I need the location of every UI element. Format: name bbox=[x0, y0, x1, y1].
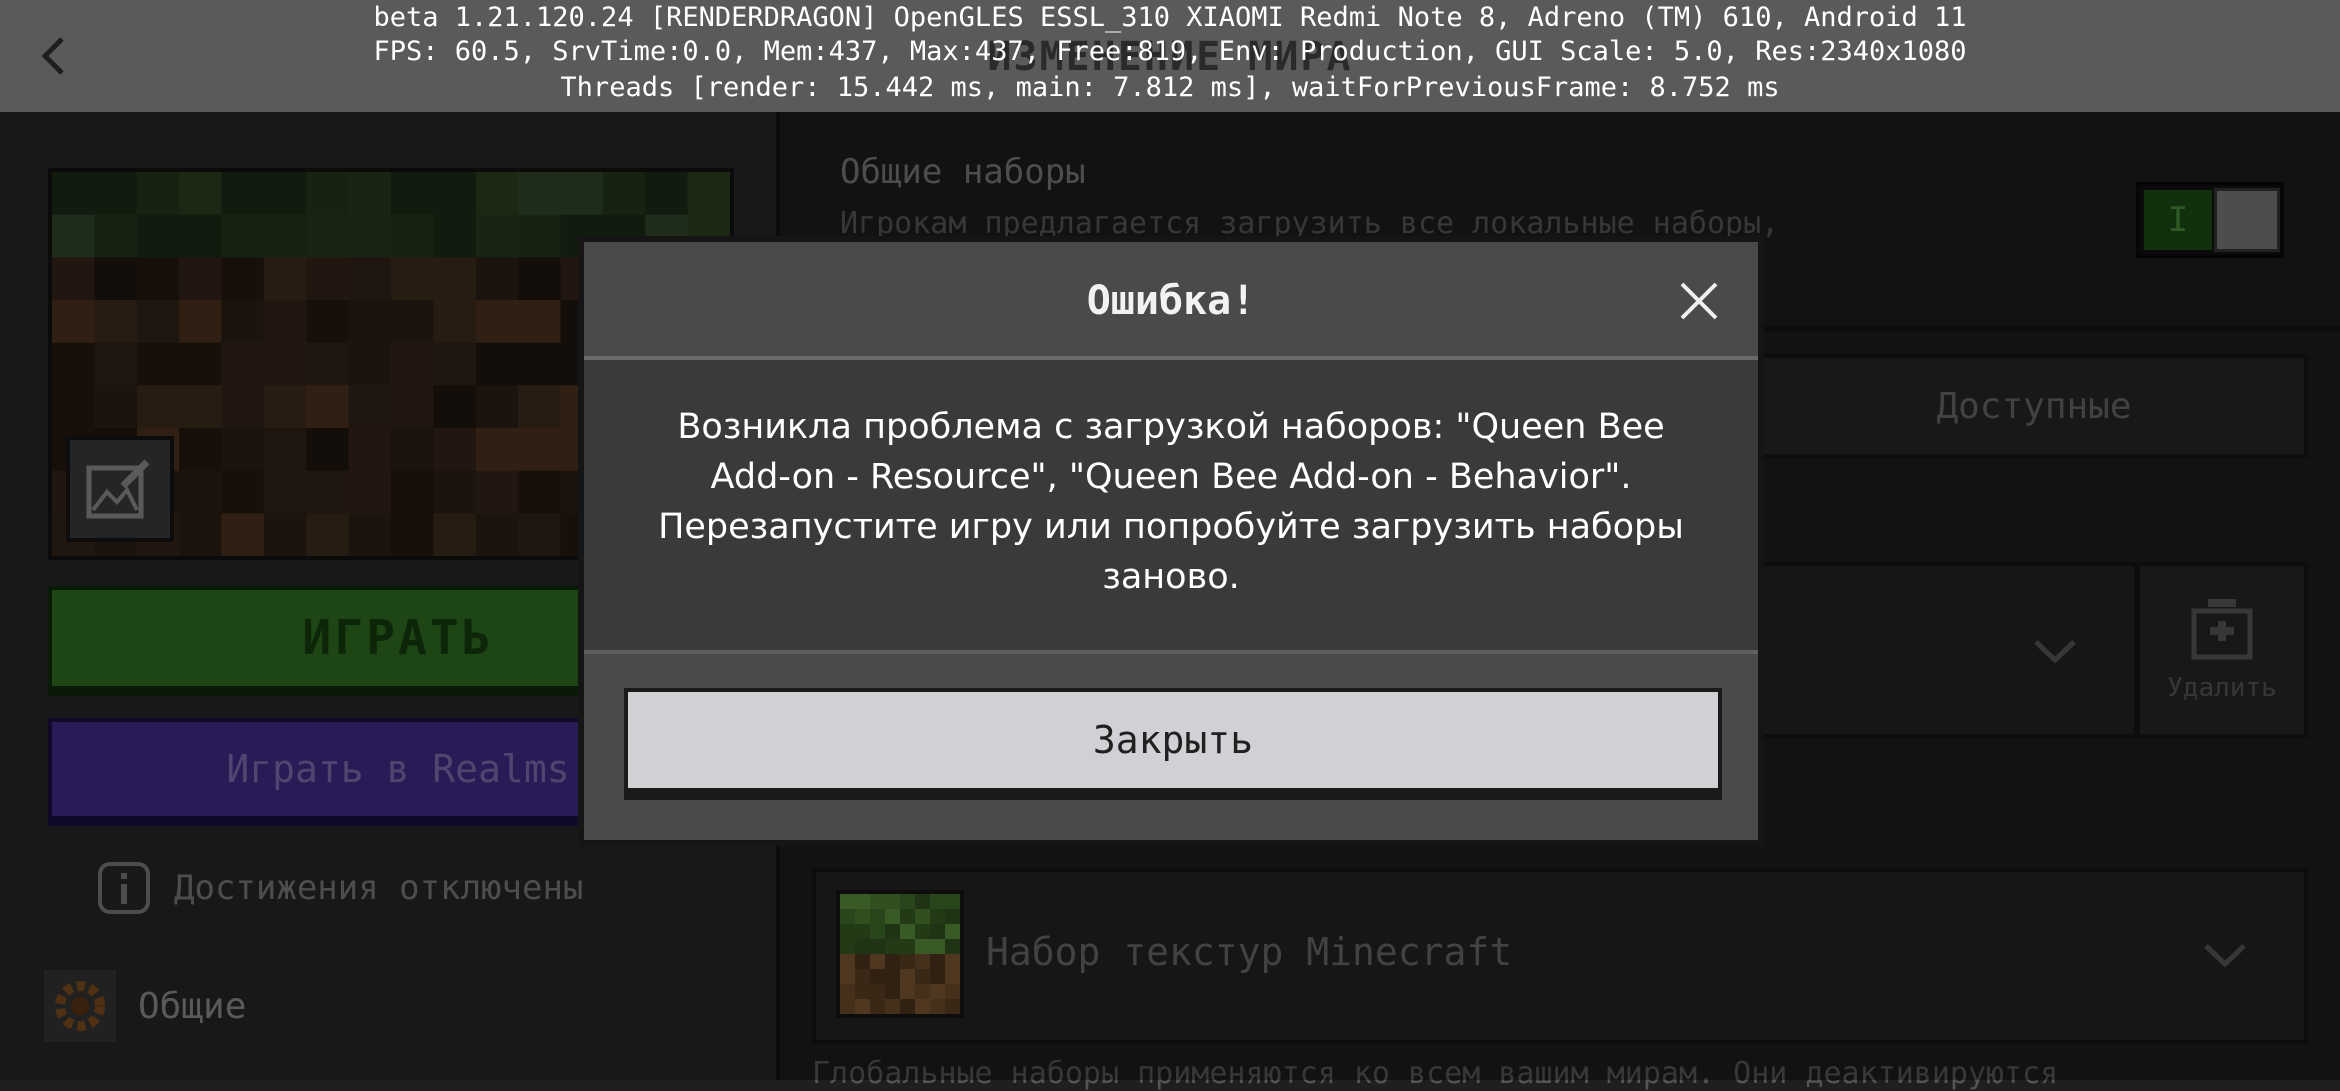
debug-line-1: beta 1.21.120.24 [RENDERDRAGON] OpenGLES… bbox=[373, 2, 1967, 33]
dialog-message-line: Возникла проблема с загрузкой наборов: "… bbox=[677, 407, 1665, 447]
close-button[interactable]: Закрыть bbox=[624, 688, 1722, 800]
dialog-message-line: Перезапустите игру или попробуйте загруз… bbox=[658, 507, 1684, 547]
close-icon bbox=[1680, 282, 1718, 320]
debug-line-2: FPS: 60.5, SrvTime:0.0, Mem:437, Max:437… bbox=[373, 36, 1967, 67]
error-dialog: Ошибка! Возникла проблема с загрузкой на… bbox=[578, 236, 1764, 846]
dialog-close-button[interactable] bbox=[1674, 276, 1724, 326]
dialog-title: Ошибка! bbox=[1086, 278, 1256, 324]
dialog-message-line: Add-on - Resource", "Queen Bee Add-on - … bbox=[710, 457, 1632, 497]
debug-line-3: Threads [render: 15.442 ms, main: 7.812 … bbox=[560, 72, 1780, 103]
dialog-message: Возникла проблема с загрузкой наборов: "… bbox=[644, 402, 1698, 602]
dialog-message-line: заново. bbox=[1102, 557, 1240, 597]
